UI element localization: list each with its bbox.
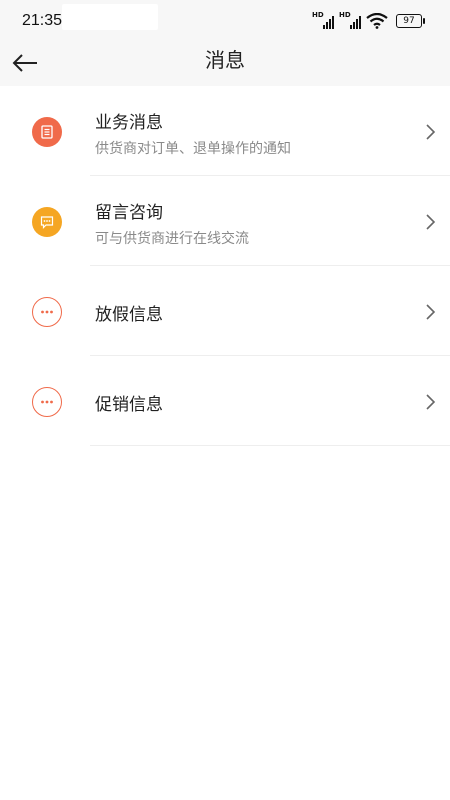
chevron-right-icon [426, 304, 436, 320]
document-icon [32, 117, 62, 147]
status-time: 21:35 [22, 12, 63, 29]
status-bar: 21:35 HD HD 97 [0, 0, 450, 40]
page-title: 消息 [205, 48, 245, 72]
signal-icon: HD [312, 11, 334, 29]
wifi-icon [366, 13, 388, 29]
battery-icon: 97 [396, 14, 425, 28]
message-list: 业务消息 供货商对订单、退单操作的通知 留言咨询 可与供货商进行在线交流 放假信… [0, 86, 450, 446]
list-item-title: 促销信息 [95, 395, 163, 415]
list-item-consultation[interactable]: 留言咨询 可与供货商进行在线交流 [0, 176, 450, 266]
list-item-promotion-info[interactable]: 促销信息 [0, 356, 450, 446]
list-item-holiday-info[interactable]: 放假信息 [0, 266, 450, 356]
network-type-label: HD [339, 11, 351, 19]
network-type-label: HD [312, 11, 324, 19]
list-item-title: 留言咨询 [95, 203, 163, 223]
list-item-title: 业务消息 [95, 113, 163, 133]
nav-bar: 消息 [0, 40, 450, 86]
list-item-title: 放假信息 [95, 305, 163, 325]
more-dots-icon [32, 387, 62, 417]
chevron-right-icon [426, 214, 436, 230]
more-dots-icon [32, 297, 62, 327]
signal-icon: HD [339, 11, 361, 29]
chevron-right-icon [426, 124, 436, 140]
list-item-description: 供货商对订单、退单操作的通知 [95, 141, 291, 157]
divider [90, 445, 450, 446]
chevron-right-icon [426, 394, 436, 410]
list-item-description: 可与供货商进行在线交流 [95, 231, 249, 247]
status-mask [62, 4, 158, 30]
list-item-business-message[interactable]: 业务消息 供货商对订单、退单操作的通知 [0, 86, 450, 176]
status-icons: HD HD 97 [312, 11, 425, 30]
battery-level: 97 [403, 16, 415, 26]
chat-icon [32, 207, 62, 237]
